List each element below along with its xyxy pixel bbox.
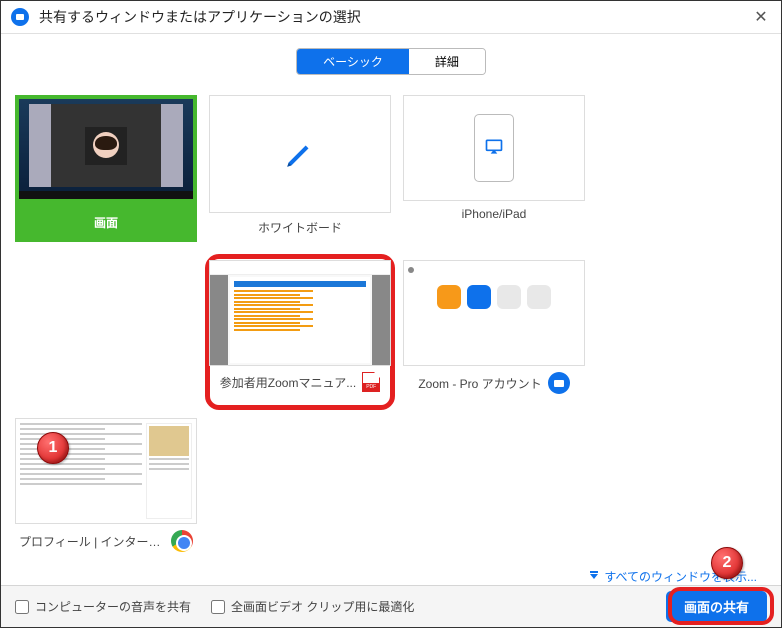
zoom-icon	[548, 372, 570, 394]
tab-basic[interactable]: ベーシック	[297, 49, 409, 74]
callout-badge-1: 1	[37, 432, 69, 464]
tab-segment: ベーシック 詳細	[296, 48, 486, 75]
share-option-iphone-ipad[interactable]: iPhone/iPad	[403, 95, 585, 242]
close-button[interactable]: ✕	[751, 7, 771, 27]
share-audio-label: コンピューターの音声を共有	[35, 598, 191, 615]
chrome-icon	[171, 530, 193, 552]
pencil-icon	[283, 137, 317, 171]
zoom-account-label: Zoom - Pro アカウント	[418, 375, 541, 392]
optimize-video-label: 全画面ビデオ クリップ用に最適化	[231, 598, 414, 615]
optimize-video-input[interactable]	[211, 600, 225, 614]
share-audio-checkbox[interactable]: コンピューターの音声を共有	[15, 598, 191, 615]
zoom-app-icon	[11, 8, 29, 26]
tab-advanced[interactable]: 詳細	[409, 49, 485, 74]
profile-label: プロフィール | インターネッ...	[19, 533, 165, 550]
optimize-video-checkbox[interactable]: 全画面ビデオ クリップ用に最適化	[211, 598, 414, 615]
share-screen-button[interactable]: 画面の共有	[666, 591, 767, 622]
screen-label: 画面	[15, 203, 197, 242]
whiteboard-label: ホワイトボード	[209, 213, 391, 242]
share-audio-input[interactable]	[15, 600, 29, 614]
share-option-screen[interactable]: 画面	[15, 95, 197, 242]
iphone-ipad-label: iPhone/iPad	[403, 201, 585, 227]
airplay-icon	[484, 137, 504, 160]
share-option-zoom-window[interactable]: Zoom - Pro アカウント	[403, 260, 585, 400]
window-title: 共有するウィンドウまたはアプリケーションの選択	[39, 7, 751, 27]
pdf-label: 参加者用Zoomマニュア...	[220, 374, 356, 391]
share-option-whiteboard[interactable]: ホワイトボード	[209, 95, 391, 242]
pdf-icon	[362, 372, 380, 392]
dropdown-icon	[590, 574, 598, 579]
share-option-pdf-window[interactable]: 参加者用Zoomマニュア...	[209, 260, 391, 400]
callout-badge-2: 2	[711, 547, 743, 579]
